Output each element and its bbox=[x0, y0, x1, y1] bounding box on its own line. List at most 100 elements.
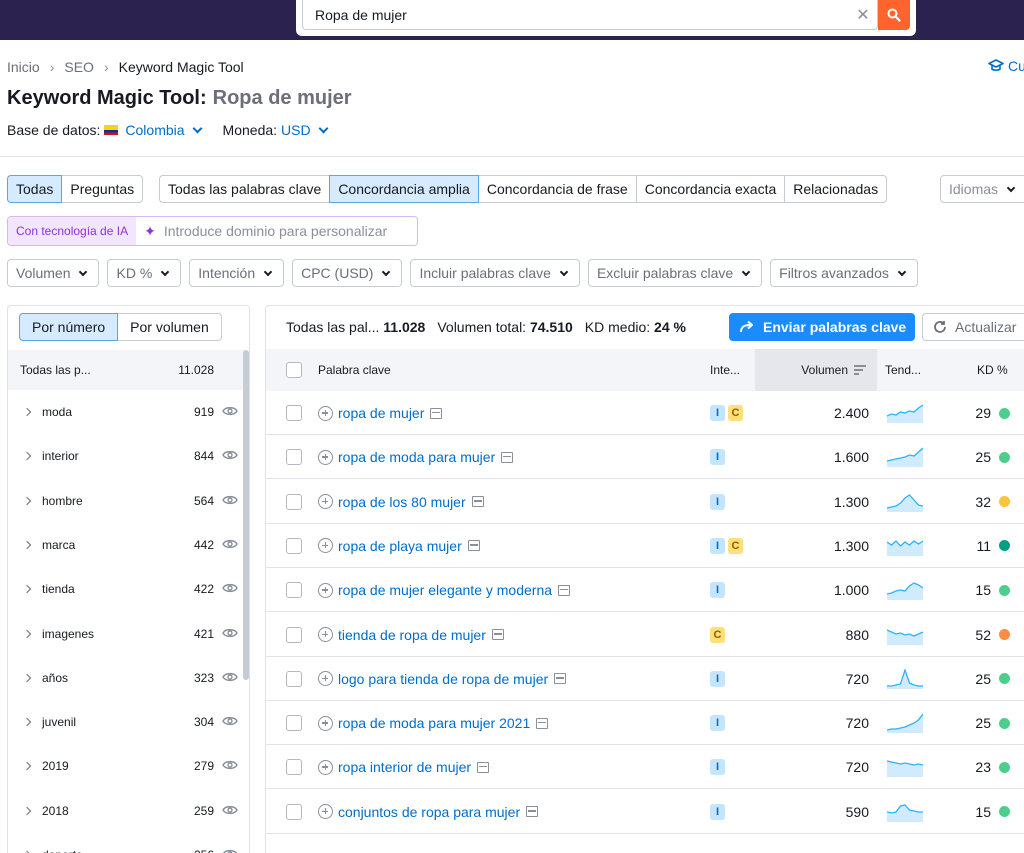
add-to-list-icon[interactable] bbox=[318, 627, 333, 642]
chevron-right-icon[interactable] bbox=[22, 762, 32, 771]
keyword-link[interactable]: conjuntos de ropa para mujer bbox=[338, 804, 520, 820]
filter-include-keywords[interactable]: Incluir palabras clave bbox=[410, 259, 580, 287]
eye-icon[interactable] bbox=[222, 715, 238, 727]
chevron-right-icon[interactable] bbox=[22, 673, 32, 683]
eye-icon[interactable] bbox=[222, 848, 238, 853]
keyword-link[interactable]: logo para tienda de ropa de mujer bbox=[338, 671, 548, 687]
row-checkbox[interactable] bbox=[286, 582, 302, 599]
tab-all[interactable]: Todas bbox=[7, 175, 63, 203]
clear-icon[interactable]: ✕ bbox=[849, 5, 877, 25]
group-item[interactable]: años 323 bbox=[8, 656, 244, 700]
keyword-link[interactable]: ropa de moda para mujer bbox=[338, 449, 495, 465]
tab-related[interactable]: Relacionadas bbox=[784, 175, 888, 203]
eye-icon[interactable] bbox=[222, 582, 238, 594]
group-item[interactable]: 2019 279 bbox=[8, 744, 244, 788]
eye-icon[interactable] bbox=[222, 671, 238, 683]
groups-all-row[interactable]: Todas las p... 11.028 bbox=[8, 350, 244, 390]
eye-icon[interactable] bbox=[222, 538, 238, 550]
keyword-link[interactable]: ropa interior de mujer bbox=[338, 759, 471, 775]
group-item[interactable]: moda 919 bbox=[8, 390, 244, 434]
keyword-link[interactable]: ropa de moda para mujer 2021 bbox=[338, 715, 530, 731]
add-to-list-icon[interactable] bbox=[318, 582, 333, 598]
breadcrumb-home[interactable]: Inicio bbox=[7, 59, 40, 75]
breadcrumb-seo[interactable]: SEO bbox=[64, 59, 94, 75]
row-checkbox[interactable] bbox=[286, 537, 302, 554]
filter-advanced[interactable]: Filtros avanzados bbox=[770, 259, 918, 287]
update-button[interactable]: Actualizar bbox=[922, 313, 1024, 341]
filter-volume[interactable]: Volumen bbox=[7, 259, 100, 287]
chevron-right-icon[interactable] bbox=[22, 717, 32, 727]
filter-intent[interactable]: Intención bbox=[189, 259, 285, 287]
filter-kd[interactable]: KD % bbox=[107, 259, 182, 287]
group-item[interactable]: juvenil 304 bbox=[8, 700, 244, 744]
serp-features-icon[interactable] bbox=[467, 540, 480, 552]
serp-features-icon[interactable] bbox=[536, 717, 549, 729]
tab-all-keywords[interactable]: Todas las palabras clave bbox=[159, 175, 331, 203]
column-intent[interactable]: Inte... bbox=[710, 349, 740, 391]
serp-features-icon[interactable] bbox=[554, 673, 567, 685]
tab-broad-match[interactable]: Concordancia amplia bbox=[329, 175, 479, 203]
chevron-right-icon[interactable] bbox=[22, 540, 32, 550]
chevron-right-icon[interactable] bbox=[22, 629, 32, 638]
domain-input[interactable]: ✦ Introduce dominio para personalizar bbox=[136, 217, 417, 245]
row-checkbox[interactable] bbox=[286, 759, 302, 776]
currency-select[interactable]: USD bbox=[281, 122, 331, 138]
row-checkbox[interactable] bbox=[286, 449, 302, 466]
add-to-list-icon[interactable] bbox=[318, 715, 333, 731]
add-to-list-icon[interactable] bbox=[318, 671, 333, 687]
filter-cpc[interactable]: CPC (USD) bbox=[292, 259, 403, 287]
row-checkbox[interactable] bbox=[286, 670, 302, 687]
add-to-list-icon[interactable] bbox=[318, 759, 333, 775]
search-input[interactable]: Ropa de mujer ✕ bbox=[302, 0, 878, 30]
tab-exact-match[interactable]: Concordancia exacta bbox=[635, 175, 786, 203]
chevron-right-icon[interactable] bbox=[22, 806, 32, 815]
eye-icon[interactable] bbox=[222, 804, 238, 816]
select-all-checkbox[interactable] bbox=[286, 362, 302, 378]
serp-features-icon[interactable] bbox=[477, 761, 490, 773]
keyword-link[interactable]: ropa de mujer bbox=[338, 405, 424, 421]
filter-exclude-keywords[interactable]: Excluir palabras clave bbox=[587, 259, 763, 287]
serp-features-icon[interactable] bbox=[430, 407, 443, 419]
eye-icon[interactable] bbox=[222, 627, 238, 639]
add-to-list-icon[interactable] bbox=[318, 449, 333, 465]
eye-icon[interactable] bbox=[222, 405, 238, 417]
row-checkbox[interactable] bbox=[286, 626, 302, 643]
courses-link[interactable]: Cu bbox=[988, 58, 1024, 74]
group-item[interactable]: 2018 259 bbox=[8, 789, 244, 833]
chevron-right-icon[interactable] bbox=[22, 452, 32, 461]
row-checkbox[interactable] bbox=[286, 493, 302, 510]
group-item[interactable]: deporte 256 bbox=[8, 833, 244, 853]
database-select[interactable]: Colombia bbox=[100, 122, 204, 138]
add-to-list-icon[interactable] bbox=[318, 494, 333, 510]
languages-select[interactable]: Idiomas bbox=[940, 175, 1024, 203]
keyword-link[interactable]: ropa de playa mujer bbox=[338, 538, 462, 554]
send-keywords-button[interactable]: Enviar palabras clave bbox=[729, 313, 915, 341]
group-item[interactable]: interior 844 bbox=[8, 434, 244, 478]
tab-questions[interactable]: Preguntas bbox=[61, 175, 144, 203]
column-trend[interactable]: Tend... bbox=[885, 349, 921, 391]
chevron-right-icon[interactable] bbox=[22, 496, 32, 505]
groups-scrollbar[interactable] bbox=[243, 350, 249, 680]
group-item[interactable]: tienda 422 bbox=[8, 567, 244, 611]
serp-features-icon[interactable] bbox=[526, 806, 539, 818]
column-volume[interactable]: Volumen bbox=[755, 349, 877, 391]
group-item[interactable]: imagenes 421 bbox=[8, 612, 244, 656]
add-to-list-icon[interactable] bbox=[318, 804, 333, 820]
row-checkbox[interactable] bbox=[286, 803, 302, 820]
chevron-right-icon[interactable] bbox=[22, 407, 32, 417]
sort-by-number[interactable]: Por número bbox=[19, 313, 119, 341]
add-to-list-icon[interactable] bbox=[318, 538, 333, 554]
add-to-list-icon[interactable] bbox=[318, 405, 333, 421]
row-checkbox[interactable] bbox=[286, 715, 302, 732]
keyword-link[interactable]: ropa de mujer elegante y moderna bbox=[338, 582, 552, 598]
chevron-right-icon[interactable] bbox=[22, 584, 32, 594]
eye-icon[interactable] bbox=[222, 494, 238, 506]
sort-by-volume[interactable]: Por volumen bbox=[117, 313, 222, 341]
serp-features-icon[interactable] bbox=[471, 496, 484, 508]
serp-features-icon[interactable] bbox=[491, 629, 504, 640]
keyword-link[interactable]: tienda de ropa de mujer bbox=[338, 627, 486, 643]
tab-phrase-match[interactable]: Concordancia de frase bbox=[477, 175, 637, 203]
keyword-link[interactable]: ropa de los 80 mujer bbox=[338, 494, 466, 510]
search-button[interactable] bbox=[878, 0, 910, 30]
column-kd[interactable]: KD % bbox=[977, 349, 1008, 391]
